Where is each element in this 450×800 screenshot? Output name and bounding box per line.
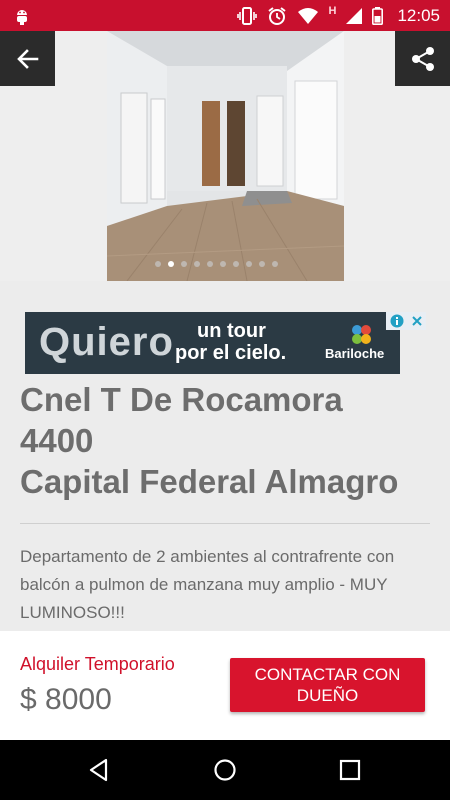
page-dot[interactable] bbox=[246, 261, 252, 267]
page-dot[interactable] bbox=[233, 261, 239, 267]
ad-choices[interactable] bbox=[386, 312, 426, 330]
status-bar: H 12:05 bbox=[0, 0, 450, 31]
android-debug-icon bbox=[17, 10, 27, 25]
page-dot[interactable] bbox=[181, 261, 187, 267]
listing-photo[interactable] bbox=[107, 31, 344, 281]
photo-gallery[interactable] bbox=[0, 31, 450, 281]
page-dot[interactable] bbox=[259, 261, 265, 267]
network-type-badge: H bbox=[328, 4, 337, 17]
nav-recents-icon[interactable] bbox=[338, 758, 362, 782]
battery-icon bbox=[372, 6, 384, 25]
ad-tagline-line2: por el cielo. bbox=[175, 342, 287, 364]
divider bbox=[20, 523, 430, 524]
system-navigation-bar bbox=[0, 740, 450, 800]
wifi-icon bbox=[297, 7, 318, 24]
ad-logo-text: Bariloche bbox=[325, 346, 385, 361]
listing-address-title: Cnel T De Rocamora 4400 Capital Federal … bbox=[20, 379, 430, 502]
address-street: Cnel T De Rocamora bbox=[20, 381, 343, 418]
page-dot[interactable] bbox=[194, 261, 200, 267]
gallery-page-indicator bbox=[155, 261, 278, 267]
contact-owner-button[interactable]: CONTACTAR CON DUEÑO bbox=[230, 658, 425, 712]
arrow-back-icon bbox=[16, 48, 38, 69]
nav-back-icon[interactable] bbox=[87, 758, 111, 782]
ad-tagline-line1: un tour bbox=[197, 320, 266, 342]
ad-tagline: un tour por el cielo. bbox=[175, 320, 286, 364]
signal-icon bbox=[346, 7, 363, 24]
page-dot-active[interactable] bbox=[168, 261, 174, 267]
nav-home-icon[interactable] bbox=[213, 758, 237, 782]
listing-details: Quiero un tour por el cielo. Bariloche C… bbox=[0, 281, 450, 631]
listing-description: Departamento de 2 ambientes al contrafre… bbox=[20, 547, 395, 622]
address-neighborhood: Capital Federal Almagro bbox=[20, 463, 399, 500]
rental-type-label: Alquiler Temporario bbox=[20, 654, 175, 674]
share-button[interactable] bbox=[395, 31, 450, 86]
page-dot[interactable] bbox=[272, 261, 278, 267]
ad-info-icon[interactable] bbox=[390, 314, 404, 328]
page-dot[interactable] bbox=[220, 261, 226, 267]
vibrate-icon bbox=[236, 6, 257, 25]
page-dot[interactable] bbox=[155, 261, 161, 267]
price-footer: Alquiler Temporario $ 8000 CONTACTAR CON… bbox=[0, 631, 450, 740]
price-value: $ 8000 bbox=[20, 683, 112, 716]
back-button[interactable] bbox=[0, 31, 55, 86]
share-icon bbox=[411, 46, 434, 71]
ad-brand-text: Quiero bbox=[39, 320, 174, 364]
page-dot[interactable] bbox=[207, 261, 213, 267]
ad-banner[interactable]: Quiero un tour por el cielo. Bariloche bbox=[25, 312, 400, 374]
address-number: 4400 bbox=[20, 422, 94, 459]
alarm-icon bbox=[267, 6, 286, 25]
apartment-interior-image bbox=[107, 31, 344, 281]
ad-close-icon[interactable] bbox=[411, 315, 423, 327]
clock: 12:05 bbox=[397, 5, 440, 25]
